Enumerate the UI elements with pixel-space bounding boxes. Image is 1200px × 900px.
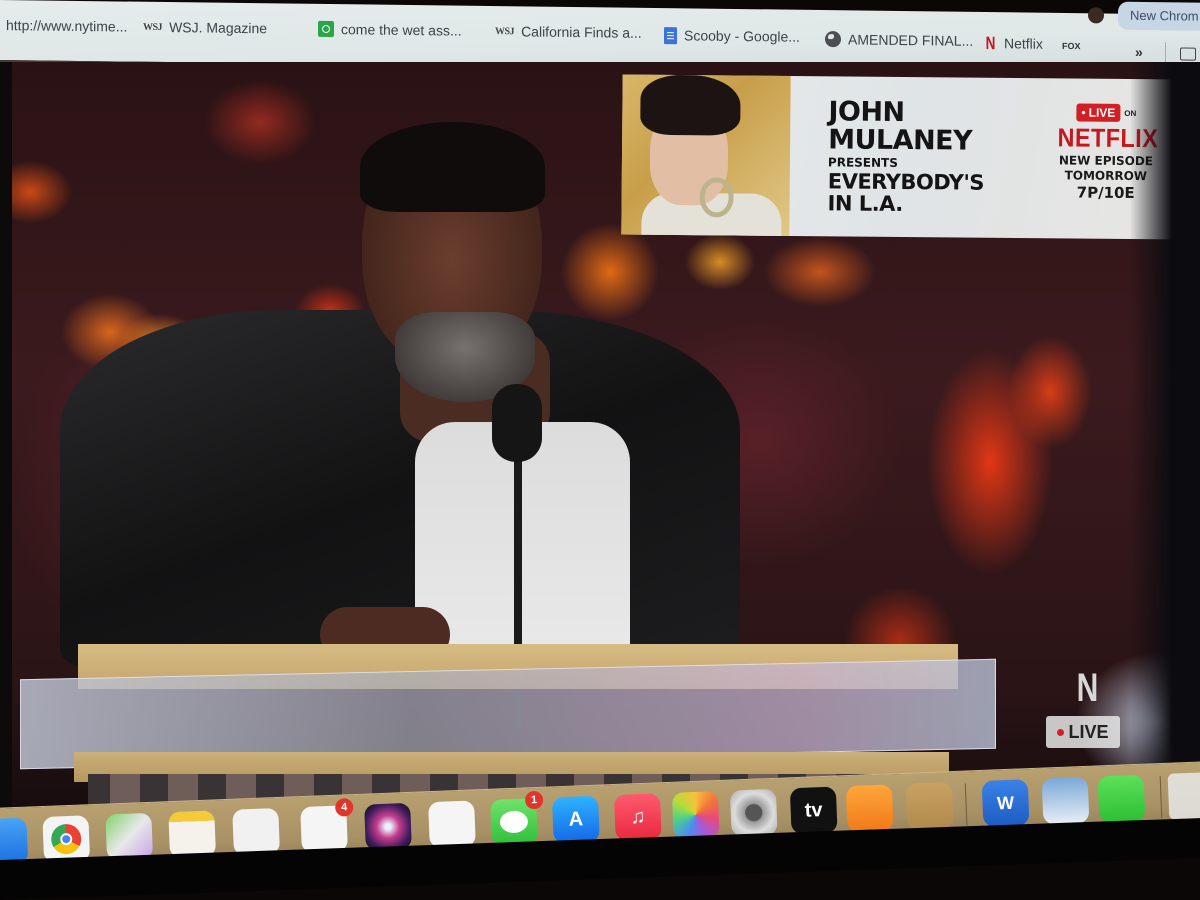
new-chrome-button[interactable]: New Chrom xyxy=(1118,1,1200,31)
netflix-icon: N xyxy=(985,32,996,53)
live-badge: LIVE xyxy=(1076,103,1121,122)
bookmarks-overflow-button[interactable]: » xyxy=(1135,44,1143,60)
bookmark-label: come the wet ass... xyxy=(341,21,462,39)
microphone-icon xyxy=(492,384,542,462)
dock-app-notes[interactable] xyxy=(168,810,217,859)
bookmark-come-the-wet[interactable]: come the wet ass... xyxy=(318,18,462,42)
presenter-hair xyxy=(360,122,545,212)
music-icon: ♫ xyxy=(629,805,646,828)
live-indicator: LIVE xyxy=(1046,716,1120,748)
bookmark-label: California Finds a... xyxy=(521,23,642,41)
bookmark-wsj-magazine[interactable]: WSJ WSJ. Magazine xyxy=(143,16,267,40)
bookmark-fox-sports[interactable]: FOX xyxy=(1062,35,1081,57)
netflix-n-icon: N xyxy=(1076,666,1099,710)
fox-sports-icon: FOX xyxy=(1062,40,1081,52)
bookmark-label: Scooby - Google... xyxy=(684,27,800,45)
green-app-icon xyxy=(318,20,334,38)
headphones-icon xyxy=(699,177,734,218)
bookmark-label: http://www.nytime... xyxy=(6,17,128,35)
notification-badge: 1 xyxy=(524,790,544,810)
folder-icon[interactable] xyxy=(1180,47,1196,61)
screen-bezel-right xyxy=(1130,62,1200,842)
live-dot-icon xyxy=(1057,728,1065,736)
bookmark-california-finds[interactable]: WSJ California Finds a... xyxy=(495,20,642,44)
notification-badge: 4 xyxy=(334,798,354,817)
google-docs-icon xyxy=(664,26,677,44)
dock-app-preview[interactable] xyxy=(1041,776,1090,825)
dock-app-word[interactable]: W xyxy=(981,779,1030,835)
screen-bezel-left xyxy=(0,62,12,842)
apple-tv-icon: tv xyxy=(804,798,823,822)
messages-icon xyxy=(499,810,529,834)
dock-separator xyxy=(964,783,968,826)
bookmarks-divider xyxy=(1165,42,1166,63)
bookmark-label: Netflix xyxy=(1004,35,1043,52)
bookmark-label: AMENDED FINAL... xyxy=(848,31,974,49)
dock-app-trash[interactable] xyxy=(1167,772,1200,820)
dock-app-facetime[interactable] xyxy=(1097,774,1146,823)
app-store-icon: A xyxy=(568,807,584,831)
dock-app-chrome[interactable] xyxy=(42,815,91,871)
bookmark-scooby[interactable]: Scooby - Google... xyxy=(664,24,800,48)
dock-app-messages[interactable]: 1 xyxy=(490,790,544,853)
promo-title-line: JOHN xyxy=(828,96,905,129)
promo-photo xyxy=(621,74,791,237)
dock-app-maps[interactable] xyxy=(105,812,154,861)
dock-app-news[interactable] xyxy=(428,800,476,856)
dock-app-contacts[interactable] xyxy=(905,782,954,830)
dock-app-app-store[interactable]: A xyxy=(552,795,600,844)
dock-app-photos[interactable] xyxy=(671,791,720,839)
bookmark-label: WSJ. Magazine xyxy=(169,19,268,37)
dock-app-freeform[interactable] xyxy=(232,807,280,856)
dock-app-siri[interactable] xyxy=(364,802,412,851)
video-player[interactable]: JOHN MULANEY PRESENTS EVERYBODY'S IN L.A… xyxy=(0,62,1200,842)
bookmark-netflix[interactable]: N Netflix xyxy=(984,32,1043,55)
bookmark-nytimes[interactable]: http://www.nytime... xyxy=(6,14,127,37)
dock-app-apple-tv[interactable]: tv xyxy=(789,786,838,835)
dock-app-settings[interactable] xyxy=(729,788,778,837)
wsj-icon: WSJ xyxy=(495,25,515,37)
promo-title: JOHN MULANEY PRESENTS EVERYBODY'S IN L.A… xyxy=(789,76,1010,238)
bookmark-amended-final[interactable]: AMENDED FINAL... xyxy=(825,28,973,52)
dock-separator xyxy=(1159,776,1163,819)
chrome-icon xyxy=(50,823,82,855)
word-icon: W xyxy=(996,792,1015,813)
dock-app-books[interactable] xyxy=(845,784,894,833)
promo-title-line: MULANEY xyxy=(828,124,973,157)
promo-show-title: EVERYBODY'S xyxy=(827,169,985,195)
promo-banner: JOHN MULANEY PRESENTS EVERYBODY'S IN L.A… xyxy=(621,74,1185,240)
promo-show-title: IN L.A. xyxy=(827,191,903,216)
globe-icon xyxy=(825,31,841,48)
dock-app-music[interactable]: ♫ xyxy=(613,793,662,849)
profile-avatar[interactable] xyxy=(1088,7,1104,24)
live-label: LIVE xyxy=(1068,721,1109,742)
dock-app-reminders[interactable]: 4 xyxy=(300,798,354,861)
wsj-icon: WSJ xyxy=(143,21,163,33)
